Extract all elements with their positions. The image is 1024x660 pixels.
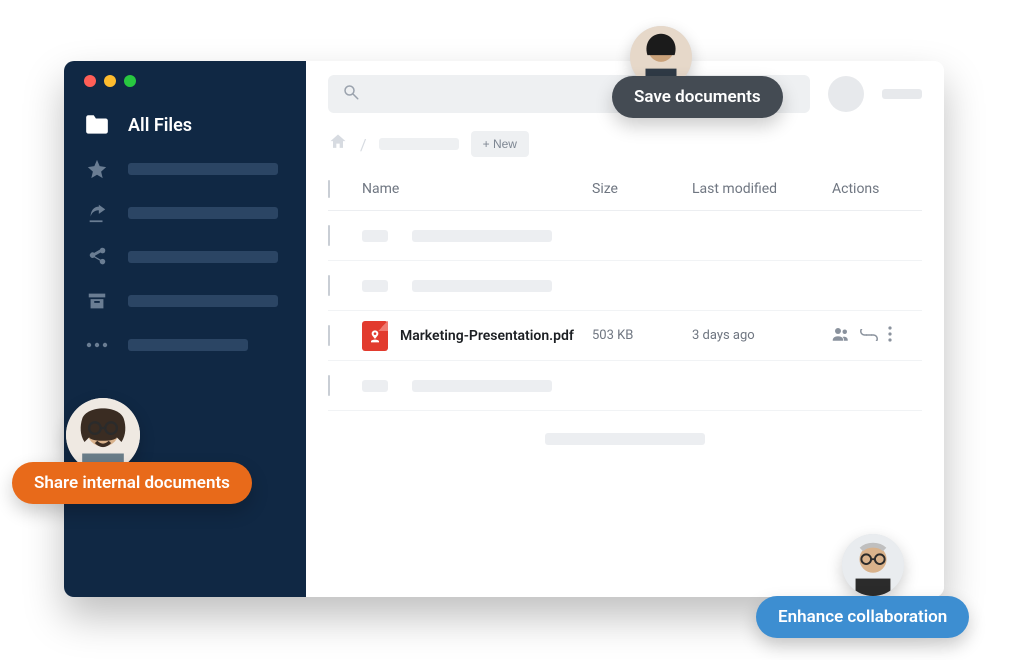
app-window: All Files [64, 61, 944, 597]
folder-icon [84, 113, 110, 137]
column-name[interactable]: Name [362, 181, 592, 197]
placeholder [362, 280, 388, 292]
avatar-user-left [66, 398, 140, 472]
new-button-label: + New [483, 137, 517, 151]
minimize-window-button[interactable] [104, 75, 116, 87]
placeholder [362, 380, 388, 392]
placeholder-text [128, 295, 278, 307]
row-checkbox[interactable] [328, 375, 330, 396]
sidebar: All Files [64, 61, 306, 597]
archive-box-icon [84, 289, 110, 313]
table-row[interactable] [328, 261, 922, 311]
table-header: Name Size Last modified Actions [328, 167, 922, 211]
placeholder [412, 280, 552, 292]
file-name: Marketing-Presentation.pdf [400, 328, 574, 344]
file-last-modified: 3 days ago [692, 328, 832, 343]
search-icon [342, 83, 360, 105]
table-row-marketing-presentation[interactable]: Marketing-Presentation.pdf 503 KB 3 days… [328, 311, 922, 361]
placeholder-text [882, 89, 922, 99]
home-icon[interactable] [328, 132, 348, 156]
more-actions-icon[interactable] [888, 326, 892, 346]
table-row[interactable] [328, 211, 922, 261]
column-size[interactable]: Size [592, 181, 692, 197]
new-button[interactable]: + New [471, 131, 529, 157]
sidebar-item-label: All Files [128, 115, 192, 136]
maximize-window-button[interactable] [124, 75, 136, 87]
share-nodes-icon [84, 245, 110, 269]
file-size: 503 KB [592, 328, 692, 343]
callout-save-documents: Save documents [612, 76, 783, 118]
close-window-button[interactable] [84, 75, 96, 87]
window-controls [84, 75, 286, 87]
sidebar-item-all-files[interactable]: All Files [84, 113, 286, 137]
breadcrumb-item-placeholder[interactable] [379, 138, 459, 150]
sidebar-item-favorites[interactable] [84, 157, 286, 181]
placeholder [362, 230, 388, 242]
sidebar-item-shared-out[interactable] [84, 201, 286, 225]
pdf-file-icon [362, 321, 388, 351]
placeholder-text [128, 163, 278, 175]
user-avatar-placeholder[interactable] [828, 76, 864, 112]
placeholder [545, 433, 705, 445]
sidebar-item-shared[interactable] [84, 245, 286, 269]
callout-share-documents: Share internal documents [12, 462, 252, 504]
row-checkbox[interactable] [328, 225, 330, 246]
placeholder [412, 380, 552, 392]
row-checkbox[interactable] [328, 325, 330, 346]
placeholder-text [128, 251, 278, 263]
select-all-checkbox[interactable] [328, 180, 330, 198]
row-checkbox[interactable] [328, 275, 330, 296]
placeholder [412, 230, 552, 242]
file-table: Name Size Last modified Actions [306, 167, 944, 411]
sidebar-item-archived[interactable] [84, 289, 286, 313]
callout-enhance-collab: Enhance collaboration [756, 596, 969, 638]
row-actions [832, 326, 922, 346]
copy-link-icon[interactable] [860, 326, 878, 345]
share-arrow-icon [84, 201, 110, 225]
sidebar-item-more[interactable] [84, 333, 286, 357]
table-footer [306, 411, 944, 467]
breadcrumb-separator: / [360, 135, 367, 154]
placeholder-text [128, 339, 248, 351]
more-icon [84, 333, 110, 357]
column-last-modified[interactable]: Last modified [692, 181, 832, 197]
column-actions: Actions [832, 181, 922, 197]
sidebar-nav: All Files [84, 113, 286, 357]
avatar-user-right [842, 534, 904, 596]
share-users-icon[interactable] [832, 326, 850, 345]
table-row[interactable] [328, 361, 922, 411]
placeholder-text [128, 207, 278, 219]
breadcrumb: / + New [306, 127, 944, 167]
star-icon [84, 157, 110, 181]
main-panel: / + New Name Size Last modified Actions [306, 61, 944, 597]
